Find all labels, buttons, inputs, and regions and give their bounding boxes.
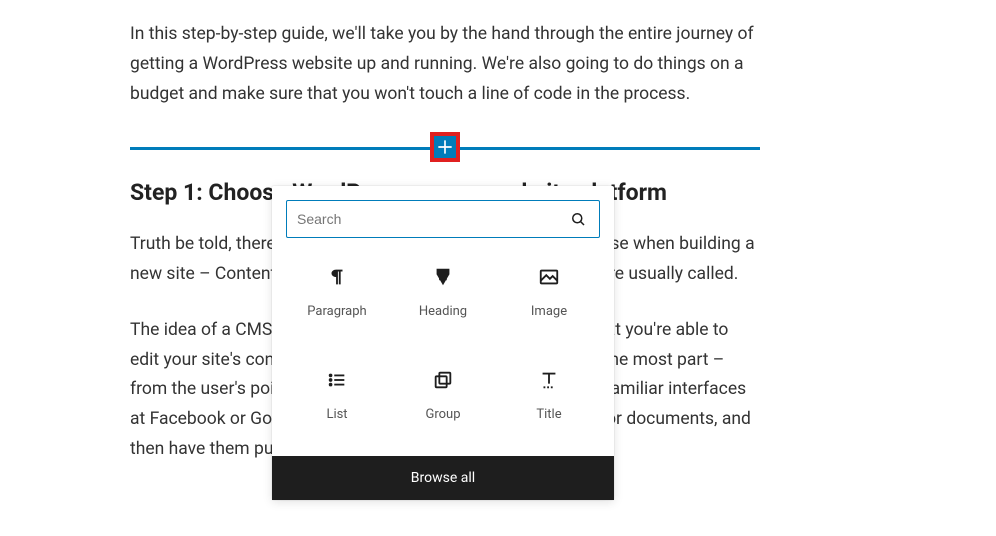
search-button[interactable] <box>567 208 589 230</box>
block-insert-divider <box>130 135 760 159</box>
group-icon <box>432 369 454 391</box>
block-option-title[interactable]: Title <box>496 357 602 430</box>
block-label: Paragraph <box>307 304 366 319</box>
search-input[interactable] <box>297 211 567 227</box>
title-icon <box>538 369 560 391</box>
plus-icon <box>435 137 455 157</box>
block-label: List <box>326 407 347 422</box>
search-field[interactable] <box>286 200 600 238</box>
list-icon <box>326 369 348 391</box>
heading-icon <box>432 266 454 288</box>
block-label: Group <box>425 407 460 422</box>
paragraph-icon <box>326 266 348 288</box>
add-block-button[interactable] <box>430 132 460 162</box>
block-option-group[interactable]: Group <box>390 357 496 430</box>
block-option-heading[interactable]: Heading <box>390 254 496 327</box>
browse-all-button[interactable]: Browse all <box>272 456 614 500</box>
block-option-list[interactable]: List <box>284 357 390 430</box>
block-label: Title <box>536 407 561 422</box>
block-inserter-popover: Paragraph Heading Image List Group Title… <box>272 186 614 500</box>
block-label: Image <box>531 304 567 319</box>
search-icon <box>569 210 587 228</box>
block-label: Heading <box>419 304 467 319</box>
block-option-image[interactable]: Image <box>496 254 602 327</box>
image-icon <box>538 266 560 288</box>
intro-paragraph: In this step-by-step guide, we'll take y… <box>130 20 760 109</box>
block-option-paragraph[interactable]: Paragraph <box>284 254 390 327</box>
